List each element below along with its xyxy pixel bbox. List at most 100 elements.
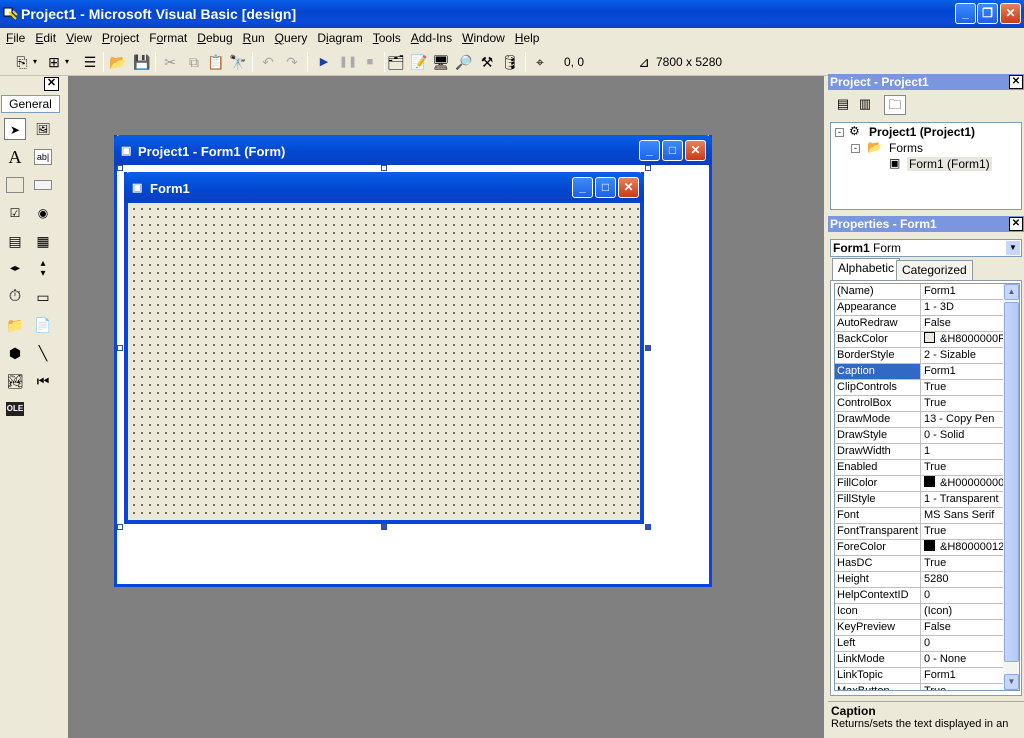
tree-forms-folder[interactable]: Forms bbox=[889, 141, 923, 155]
property-row[interactable]: BackColor &H8000000F bbox=[835, 332, 1003, 348]
collapse-icon[interactable]: - bbox=[851, 144, 860, 153]
project-explorer-close-button[interactable]: ✕ bbox=[1009, 75, 1023, 89]
property-row[interactable]: MaxButton True bbox=[835, 684, 1003, 690]
property-value[interactable]: True bbox=[922, 380, 1003, 395]
property-value[interactable]: False bbox=[922, 620, 1003, 635]
resize-handle[interactable] bbox=[117, 524, 123, 530]
property-value[interactable]: 0 bbox=[922, 636, 1003, 651]
redo-icon[interactable]: ↷ bbox=[282, 52, 302, 72]
optionbutton-icon[interactable]: ◉ bbox=[32, 202, 54, 224]
pointer-icon[interactable]: ➤ bbox=[4, 118, 26, 140]
app-title-bar[interactable]: Project1 - Microsoft Visual Basic [desig… bbox=[0, 0, 1024, 28]
add-project-icon[interactable]: ⎘ bbox=[12, 52, 32, 72]
menu-editor-icon[interactable]: ☰ bbox=[80, 52, 100, 72]
hscrollbar-icon[interactable]: ◂▸ bbox=[4, 258, 26, 280]
property-row[interactable]: Font MS Sans Serif bbox=[835, 508, 1003, 524]
restore-button[interactable]: ❐ bbox=[977, 3, 998, 24]
menu-item[interactable]: Window bbox=[457, 31, 510, 45]
open-folder-icon[interactable]: 📂 bbox=[108, 52, 128, 72]
toolbox-close-button[interactable]: ✕ bbox=[44, 77, 59, 91]
frame-icon[interactable] bbox=[6, 177, 24, 193]
property-value[interactable]: Form1 bbox=[922, 284, 1003, 299]
property-row[interactable]: LinkTopic Form1 bbox=[835, 668, 1003, 684]
shape-icon[interactable]: ⬢ bbox=[4, 342, 26, 364]
menu-item[interactable]: Run bbox=[238, 31, 270, 45]
property-value[interactable]: 2 - Sizable bbox=[922, 348, 1003, 363]
resize-handle[interactable] bbox=[381, 524, 387, 530]
scroll-thumb[interactable] bbox=[1004, 302, 1019, 662]
property-row[interactable]: FillColor &H00000000 bbox=[835, 476, 1003, 492]
property-value[interactable]: True bbox=[922, 684, 1003, 690]
menu-item[interactable]: Help bbox=[510, 31, 545, 45]
textbox-icon[interactable]: ab| bbox=[34, 149, 52, 165]
cut-icon[interactable]: ✂ bbox=[160, 52, 180, 72]
form1-design-grid[interactable] bbox=[127, 202, 641, 521]
resize-handle[interactable] bbox=[117, 345, 123, 351]
designer-close-button[interactable]: ✕ bbox=[685, 140, 706, 161]
menu-item[interactable]: Format bbox=[144, 31, 192, 45]
commandbutton-icon[interactable] bbox=[34, 180, 52, 190]
form-designer-title-bar[interactable]: ▣ Project1 - Form1 (Form) _ □ ✕ bbox=[114, 135, 712, 165]
property-row[interactable]: Caption Form1 bbox=[835, 364, 1003, 380]
property-value[interactable]: 1 - 3D bbox=[922, 300, 1003, 315]
form1-maximize-button[interactable]: □ bbox=[595, 177, 616, 198]
property-row[interactable]: ControlBox True bbox=[835, 396, 1003, 412]
property-value[interactable]: Form1 bbox=[922, 364, 1003, 379]
menu-item[interactable]: Add-Ins bbox=[406, 31, 457, 45]
picturebox-icon[interactable]: 🖼 bbox=[32, 118, 54, 140]
designer-maximize-button[interactable]: □ bbox=[662, 140, 683, 161]
property-row[interactable]: ForeColor &H80000012 bbox=[835, 540, 1003, 556]
drivelistbox-icon[interactable]: ▭ bbox=[32, 286, 54, 308]
pause-icon[interactable]: ❚❚ bbox=[338, 52, 358, 72]
property-value[interactable]: &H00000000 bbox=[922, 476, 1003, 491]
property-value[interactable]: 1 - Transparent bbox=[922, 492, 1003, 507]
toggle-folders-icon[interactable]: 🗀 bbox=[884, 95, 906, 115]
properties-window-icon[interactable]: 📝 bbox=[409, 52, 429, 72]
form1-window[interactable]: ▣ Form1 _ □ ✕ bbox=[124, 172, 644, 524]
property-value[interactable]: &H8000000F bbox=[922, 332, 1003, 347]
property-value[interactable]: Form1 bbox=[922, 668, 1003, 683]
property-value[interactable]: True bbox=[922, 556, 1003, 571]
property-row[interactable]: BorderStyle 2 - Sizable bbox=[835, 348, 1003, 364]
property-row[interactable]: DrawMode 13 - Copy Pen bbox=[835, 412, 1003, 428]
minimize-button[interactable]: _ bbox=[955, 3, 976, 24]
undo-icon[interactable]: ↶ bbox=[258, 52, 278, 72]
form1-minimize-button[interactable]: _ bbox=[572, 177, 593, 198]
property-value[interactable]: True bbox=[922, 396, 1003, 411]
property-value[interactable]: 0 - None bbox=[922, 652, 1003, 667]
menu-item[interactable]: Diagram bbox=[312, 31, 367, 45]
property-value[interactable]: False bbox=[922, 316, 1003, 331]
property-value[interactable]: 0 bbox=[922, 588, 1003, 603]
toolbox-icon[interactable]: ⚒ bbox=[477, 52, 497, 72]
data-control-icon[interactable]: ⏮ bbox=[32, 370, 54, 392]
property-row[interactable]: (Name) Form1 bbox=[835, 284, 1003, 300]
menu-item[interactable]: Tools bbox=[368, 31, 406, 45]
property-grid-scrollbar[interactable]: ▲ ▼ bbox=[1003, 284, 1019, 690]
add-form-icon[interactable]: ⊞ bbox=[44, 52, 64, 72]
chevron-down-icon[interactable]: ▼ bbox=[1006, 241, 1020, 255]
property-value[interactable]: 13 - Copy Pen bbox=[922, 412, 1003, 427]
label-icon[interactable]: A bbox=[4, 146, 26, 168]
property-row[interactable]: Height 5280 bbox=[835, 572, 1003, 588]
designer-minimize-button[interactable]: _ bbox=[639, 140, 660, 161]
property-value[interactable]: MS Sans Serif bbox=[922, 508, 1003, 523]
menu-item[interactable]: Debug bbox=[192, 31, 237, 45]
tree-form1-item[interactable]: Form1 (Form1) bbox=[907, 157, 992, 171]
combobox-icon[interactable]: ▤ bbox=[4, 230, 26, 252]
view-code-icon[interactable]: ▤ bbox=[834, 96, 852, 114]
property-value[interactable]: (Icon) bbox=[922, 604, 1003, 619]
image-icon[interactable]: 🏞 bbox=[4, 370, 26, 392]
resize-handle[interactable] bbox=[645, 165, 651, 171]
property-row[interactable]: Left 0 bbox=[835, 636, 1003, 652]
tree-project-root[interactable]: Project1 (Project1) bbox=[869, 125, 975, 139]
property-row[interactable]: DrawStyle 0 - Solid bbox=[835, 428, 1003, 444]
property-row[interactable]: Icon (Icon) bbox=[835, 604, 1003, 620]
resize-handle[interactable] bbox=[645, 345, 651, 351]
resize-handle[interactable] bbox=[381, 165, 387, 171]
menu-item[interactable]: Edit bbox=[30, 31, 61, 45]
form-layout-icon[interactable]: 🖥 bbox=[431, 52, 451, 72]
project-explorer-icon[interactable]: 🗂 bbox=[386, 52, 406, 72]
scroll-down-icon[interactable]: ▼ bbox=[1004, 674, 1019, 690]
data-view-icon[interactable]: 🛢 bbox=[500, 52, 520, 72]
property-row[interactable]: Enabled True bbox=[835, 460, 1003, 476]
